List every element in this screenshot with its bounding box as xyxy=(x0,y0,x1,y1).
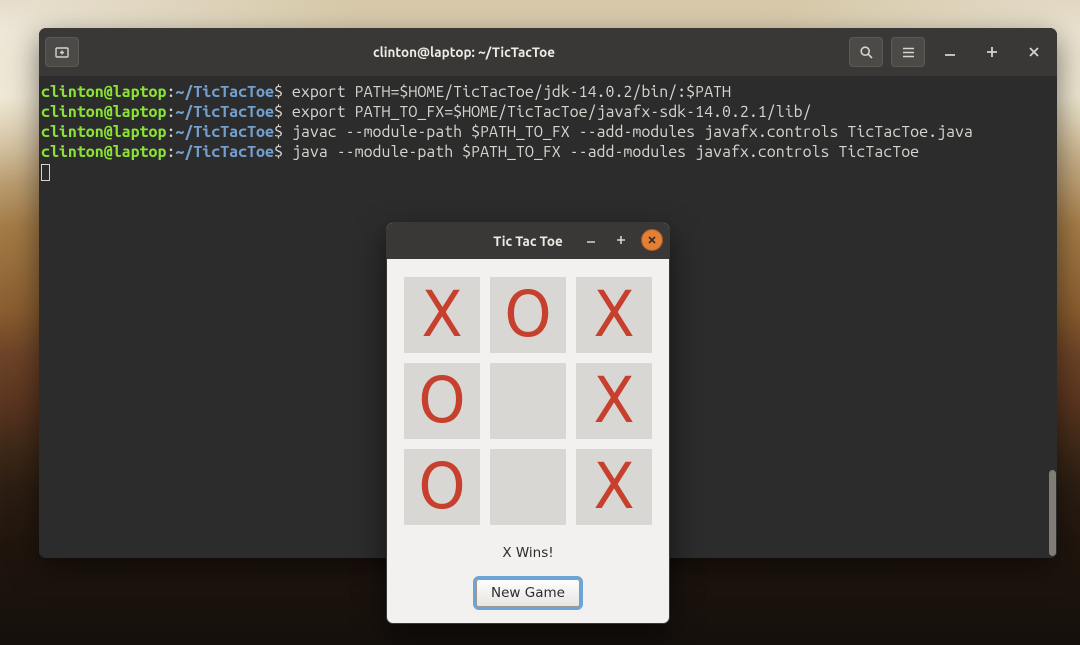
ttt-close-button[interactable] xyxy=(641,229,663,251)
tictactoe-window: Tic Tac Toe X O xyxy=(386,222,670,624)
cell-mark: O xyxy=(504,284,551,347)
prompt-symbol: $ xyxy=(274,83,292,101)
terminal-titlebar[interactable]: clinton@laptop: ~/TicTacToe xyxy=(39,28,1057,76)
cell-1[interactable]: O xyxy=(490,277,566,353)
new-game-button[interactable]: New Game xyxy=(476,579,580,607)
maximize-icon xyxy=(616,235,626,245)
tictactoe-title: Tic Tac Toe xyxy=(493,233,563,249)
tictactoe-titlebar[interactable]: Tic Tac Toe xyxy=(387,223,669,259)
cell-5[interactable]: X xyxy=(576,363,652,439)
cell-2[interactable]: X xyxy=(576,277,652,353)
minimize-button[interactable] xyxy=(933,37,967,67)
ttt-minimize-button[interactable] xyxy=(581,230,601,250)
cell-mark: X xyxy=(421,284,462,347)
prompt-symbol: $ xyxy=(274,143,292,161)
close-button[interactable] xyxy=(1017,37,1051,67)
scrollbar-thumb[interactable] xyxy=(1049,470,1056,556)
new-tab-icon xyxy=(54,44,70,60)
terminal-scrollbar[interactable] xyxy=(1048,76,1057,558)
cell-mark: O xyxy=(418,456,465,519)
maximize-button[interactable] xyxy=(975,37,1009,67)
ttt-maximize-button[interactable] xyxy=(611,230,631,250)
cell-8[interactable]: X xyxy=(576,449,652,525)
terminal-title: clinton@laptop: ~/TicTacToe xyxy=(87,44,841,60)
search-icon xyxy=(859,45,874,60)
prompt-user: clinton@laptop xyxy=(41,123,166,141)
prompt-user: clinton@laptop xyxy=(41,143,166,161)
prompt-symbol: $ xyxy=(274,103,292,121)
prompt-user: clinton@laptop xyxy=(41,83,166,101)
cell-mark: X xyxy=(593,456,634,519)
command-text: java --module-path $PATH_TO_FX --add-mod… xyxy=(292,143,919,161)
prompt-path: ~/TicTacToe xyxy=(175,123,274,141)
terminal-cursor xyxy=(41,164,50,181)
cell-mark: X xyxy=(593,370,634,433)
tictactoe-body: X O X O X O X X Wins! New Game xyxy=(387,259,669,623)
command-text: export PATH_TO_FX=$HOME/TicTacToe/javafx… xyxy=(292,103,812,121)
command-text: javac --module-path $PATH_TO_FX --add-mo… xyxy=(292,123,973,141)
minimize-icon xyxy=(586,235,596,245)
prompt-user: clinton@laptop xyxy=(41,103,166,121)
cell-mark: X xyxy=(593,284,634,347)
prompt-path: ~/TicTacToe xyxy=(175,143,274,161)
command-text: export PATH=$HOME/TicTacToe/jdk-14.0.2/b… xyxy=(292,83,731,101)
cell-7[interactable] xyxy=(490,449,566,525)
prompt-path: ~/TicTacToe xyxy=(175,83,274,101)
cell-4[interactable] xyxy=(490,363,566,439)
close-icon xyxy=(647,235,657,245)
prompt-path: ~/TicTacToe xyxy=(175,103,274,121)
prompt-symbol: $ xyxy=(274,123,292,141)
menu-button[interactable] xyxy=(891,37,925,67)
new-tab-button[interactable] xyxy=(45,37,79,67)
cell-mark: O xyxy=(418,370,465,433)
maximize-icon xyxy=(986,46,998,58)
tictactoe-grid: X O X O X O X xyxy=(404,277,652,525)
minimize-icon xyxy=(944,46,956,58)
search-button[interactable] xyxy=(849,37,883,67)
cell-0[interactable]: X xyxy=(404,277,480,353)
close-icon xyxy=(1028,46,1040,58)
cell-6[interactable]: O xyxy=(404,449,480,525)
cell-3[interactable]: O xyxy=(404,363,480,439)
hamburger-icon xyxy=(901,45,916,60)
game-status-label: X Wins! xyxy=(502,545,553,561)
